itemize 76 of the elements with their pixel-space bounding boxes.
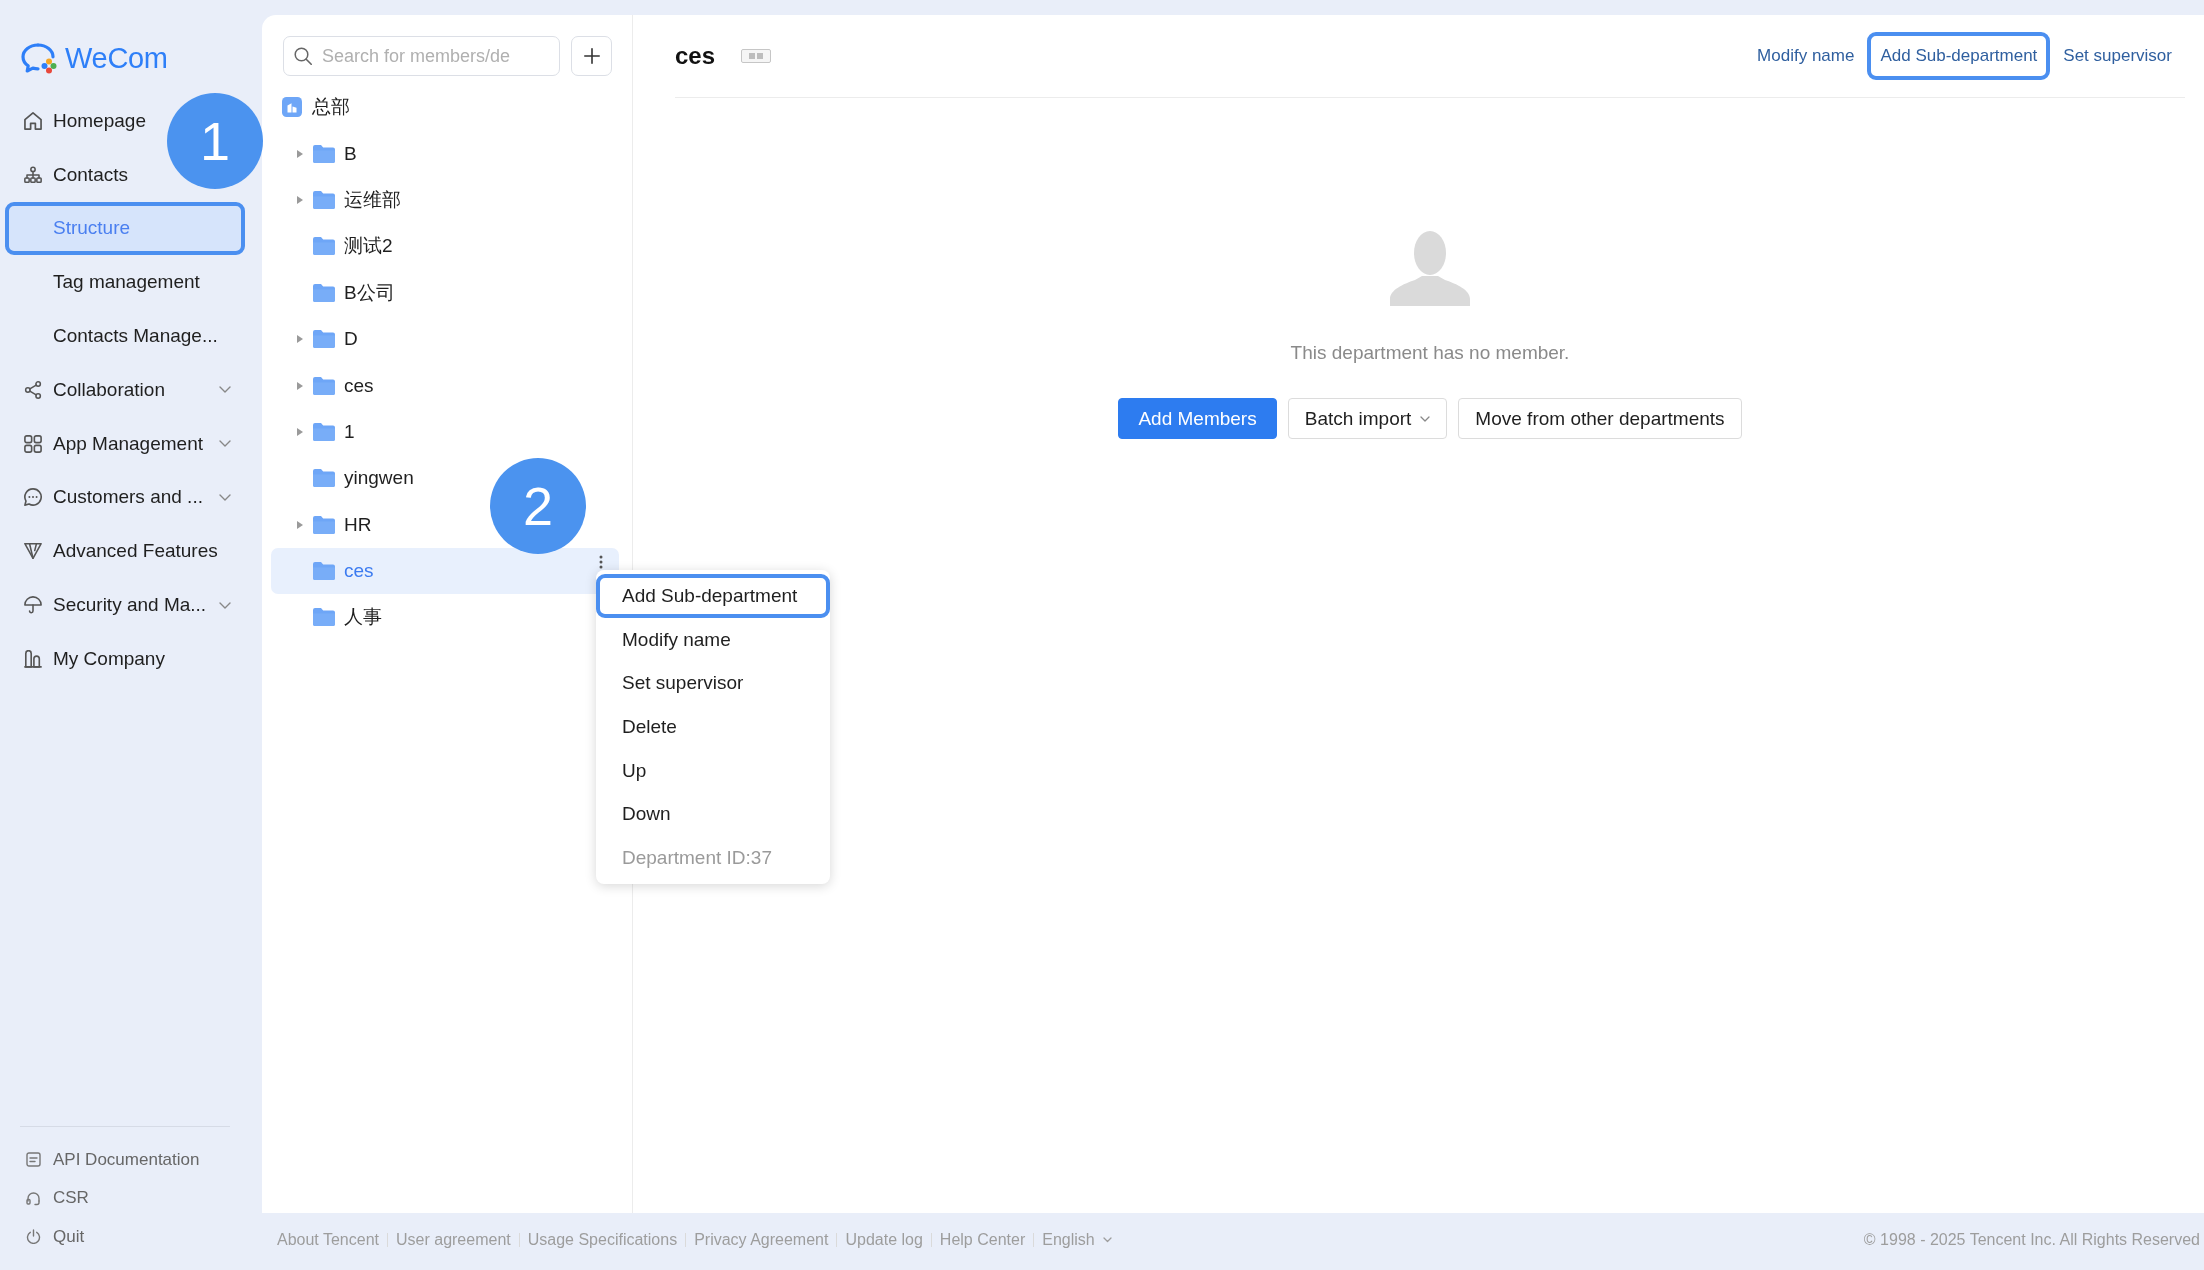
department-item[interactable]: 人事 [271, 594, 392, 641]
department-item[interactable]: ces [271, 547, 619, 595]
sidebar-link[interactable]: API Documentation [0, 1140, 200, 1179]
nav-item[interactable]: My Company [5, 631, 179, 686]
department-title: ces [675, 42, 716, 70]
nav-item[interactable]: Contacts [5, 147, 142, 202]
action-button[interactable]: Move from other departments [1458, 398, 1742, 439]
dropdown-button[interactable]: Batch import [1287, 398, 1448, 439]
empty-state-message: This department has no member. [1290, 342, 1570, 364]
header-link[interactable]: Modify name [1744, 32, 1868, 80]
folder-icon [313, 376, 335, 395]
department-item[interactable]: 1 [271, 408, 365, 456]
folder-icon [313, 144, 335, 163]
folder-icon [313, 469, 335, 488]
menu-item[interactable]: Delete [596, 705, 830, 749]
nav-item[interactable]: Homepage [5, 94, 160, 148]
search-icon [294, 47, 312, 65]
nav-item[interactable]: App Management [5, 416, 245, 471]
folder-icon [313, 283, 335, 302]
sidebar-link[interactable]: CSR [0, 1179, 89, 1218]
department-item[interactable]: HR [271, 501, 382, 548]
folder-icon [313, 190, 335, 209]
plus-icon [583, 48, 600, 64]
more-icon[interactable] [599, 554, 603, 569]
triangle-icon [24, 542, 42, 561]
folder-icon [313, 330, 335, 349]
menu-item[interactable]: Down [596, 792, 830, 837]
department-item[interactable]: ces [271, 362, 384, 409]
chevron-down-icon [1420, 415, 1431, 422]
copyright-text: © 1998 - 2025 Tencent Inc. All Rights Reserved [1863, 1230, 2200, 1249]
department-item[interactable]: B公司 [271, 269, 405, 316]
nav-item[interactable]: Collaboration [5, 363, 245, 417]
search-field[interactable]: Search for members/de [283, 36, 560, 76]
chat-bubble-icon [20, 42, 58, 74]
folder-icon [313, 515, 335, 534]
department-item[interactable]: D [271, 315, 368, 363]
nav-item[interactable]: Security and Ma... [5, 578, 245, 632]
header-link[interactable]: Add Sub-department [1867, 32, 2051, 80]
department-item[interactable]: yingwen [271, 455, 424, 502]
menu-item[interactable]: Set supervisor [596, 661, 830, 706]
menu-item[interactable]: Up [596, 748, 830, 793]
umbrella-icon [24, 596, 42, 615]
chevron-down-icon [1102, 1236, 1112, 1243]
grid-icon [24, 434, 42, 453]
nav-item[interactable]: Advanced Features [5, 524, 232, 579]
buildings-icon [24, 649, 42, 668]
department-id-text: Department ID:37 [621, 845, 773, 870]
headset-icon [26, 1190, 41, 1206]
department-item[interactable]: B [271, 130, 367, 177]
chat-icon [24, 488, 42, 507]
building-icon [282, 97, 302, 118]
brand-name: WeCom [65, 41, 168, 75]
nav-item[interactable]: Contacts Manage... [5, 309, 232, 363]
nav-item[interactable]: Customers and ... [5, 470, 245, 525]
add-members-button[interactable]: Add Members [1118, 398, 1277, 439]
share-icon [24, 380, 42, 399]
folder-icon [313, 422, 335, 441]
sidebar-link[interactable]: Quit [0, 1217, 85, 1256]
folder-icon [313, 608, 335, 627]
tag-icon [741, 49, 772, 63]
folder-icon [313, 237, 335, 256]
menu-item[interactable]: Modify name [596, 617, 830, 662]
power-icon [26, 1229, 41, 1245]
department-item[interactable]: 运维部 [271, 176, 411, 224]
department-item[interactable]: 总部 [271, 84, 360, 131]
department-item[interactable]: 测试2 [271, 223, 403, 270]
add-button[interactable] [571, 36, 612, 76]
avatar-placeholder-icon [1390, 230, 1470, 306]
nav-item[interactable]: Tag management [5, 255, 214, 310]
org-chart-icon [24, 165, 42, 184]
document-icon [26, 1152, 41, 1168]
step-marker: 1 [167, 93, 263, 189]
folder-icon [313, 562, 335, 581]
header-link[interactable]: Set supervisor [2050, 32, 2185, 80]
menu-item[interactable]: Add Sub-department [596, 574, 830, 618]
home-icon [24, 111, 42, 130]
